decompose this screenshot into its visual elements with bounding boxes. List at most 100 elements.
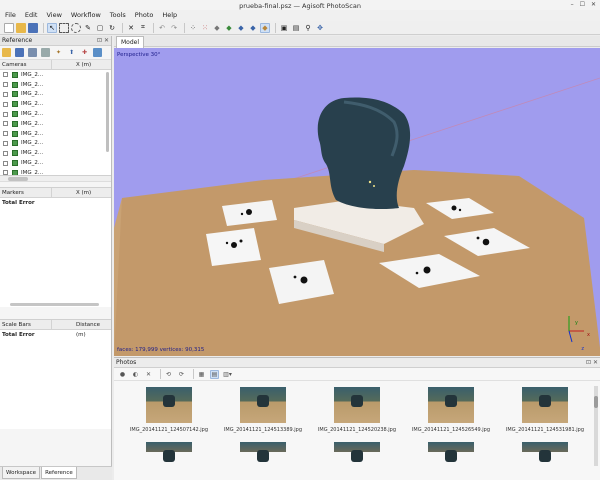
thumbnails-icon[interactable]: ▦ [197, 370, 206, 379]
move-icon[interactable]: ✥ [315, 23, 325, 33]
optimize-icon[interactable]: ✚ [80, 48, 89, 57]
navigate-icon[interactable]: ▤ [291, 23, 301, 33]
cameras-horizontal-scrollbar[interactable] [0, 176, 111, 182]
tab-workspace[interactable]: Workspace [2, 467, 41, 479]
export-icon[interactable] [15, 48, 24, 57]
camera-row[interactable]: IMG_2... [0, 90, 111, 100]
delete-icon[interactable]: ✕ [126, 23, 136, 33]
camera-checkbox[interactable] [3, 160, 8, 166]
tab-reference[interactable]: Reference [41, 467, 77, 479]
camera-row[interactable]: IMG_2... [0, 80, 111, 90]
photo-thumbnail[interactable]: IMG_20141121_124526549.jpg [404, 381, 498, 433]
camera-checkbox[interactable] [3, 82, 8, 88]
cameras-scrollbar[interactable] [106, 72, 109, 152]
wand-icon[interactable]: ✦ [54, 48, 63, 57]
rotate-region-icon[interactable]: ↻ [107, 23, 117, 33]
camera-row[interactable]: IMG_2... [0, 148, 111, 158]
open-icon[interactable] [16, 22, 26, 33]
photo-thumbnail[interactable]: IMG_20141121_124507142.jpg [122, 381, 216, 433]
resize-region-icon[interactable]: ▢ [95, 23, 105, 33]
camera-checkbox[interactable] [3, 131, 8, 137]
scalebars-total-error: Total Error [2, 332, 35, 338]
minimize-button[interactable]: – [571, 1, 574, 8]
photo-thumbnail[interactable] [216, 433, 310, 462]
rotate-right-icon[interactable]: ⟳ [177, 370, 186, 379]
camera-row[interactable]: IMG_2... [0, 119, 111, 129]
dense-cloud-icon[interactable]: ⁙ [200, 23, 210, 33]
photo-thumbnail[interactable] [498, 433, 592, 462]
settings-icon[interactable] [93, 48, 102, 57]
camera-checkbox[interactable] [3, 111, 8, 117]
free-select-icon[interactable]: ✎ [83, 23, 93, 33]
update-icon[interactable]: ⬆ [67, 48, 76, 57]
table-icon[interactable] [41, 48, 50, 57]
photo-thumbnail[interactable] [310, 433, 404, 462]
photo-thumbnail[interactable] [122, 433, 216, 462]
clear-icon[interactable] [28, 48, 37, 57]
photo-thumbnail[interactable]: IMG_20141121_124520238.jpg [310, 381, 404, 433]
textured-model-icon[interactable]: ◆ [236, 23, 246, 33]
camera-checkbox[interactable] [3, 72, 8, 78]
menu-tools[interactable]: Tools [110, 10, 126, 21]
markers-scrollbar[interactable] [10, 303, 99, 306]
save-icon[interactable] [28, 22, 38, 33]
camera-checkbox[interactable] [3, 101, 8, 107]
markers-x-column-header[interactable]: X (m) [52, 188, 111, 197]
model-viewport[interactable]: Perspective 30° faces: 179,999 vertices:… [114, 48, 600, 356]
camera-checkbox[interactable] [3, 150, 8, 156]
show-cameras-icon[interactable]: ◆ [248, 23, 258, 33]
photos-scrollbar[interactable] [594, 386, 598, 466]
reset-view-icon[interactable]: ◆ [260, 22, 270, 33]
menu-help[interactable]: Help [162, 10, 177, 21]
camera-row[interactable]: IMG_2... [0, 158, 111, 168]
view-menu-icon[interactable]: ▥▾ [223, 370, 232, 379]
menu-workflow[interactable]: Workflow [71, 10, 101, 21]
enable-icon[interactable]: ● [118, 370, 127, 379]
menu-photo[interactable]: Photo [135, 10, 154, 21]
photo-thumbnail[interactable]: IMG_20141121_124513389.jpg [216, 381, 310, 433]
solid-model-icon[interactable]: ◆ [212, 23, 222, 33]
photo-thumbnail[interactable]: IMG_20141121_124531981.jpg [498, 381, 592, 433]
point-cloud-icon[interactable]: ⁘ [188, 23, 198, 33]
camera-row[interactable]: IMG_2... [0, 109, 111, 119]
details-icon[interactable]: ▤ [210, 369, 219, 379]
markers-total-error: Total Error [2, 200, 35, 206]
close-button[interactable]: ✕ [591, 1, 596, 8]
camera-row[interactable]: IMG_2... [0, 139, 111, 149]
import-icon[interactable] [2, 48, 11, 57]
panel-float-close-icon[interactable]: ⊡ ✕ [586, 358, 598, 368]
camera-row[interactable]: IMG_2... [0, 70, 111, 80]
menu-file[interactable]: File [5, 10, 16, 21]
circle-select-icon[interactable] [71, 22, 81, 33]
rectangle-select-icon[interactable] [59, 22, 69, 33]
remove-icon[interactable]: ✕ [144, 370, 153, 379]
menu-view[interactable]: View [46, 10, 61, 21]
photo-thumbnail[interactable] [404, 433, 498, 462]
redo-icon[interactable]: ↷ [169, 23, 179, 33]
tab-model[interactable]: Model [116, 36, 145, 48]
camera-checkbox[interactable] [3, 140, 8, 146]
new-file-icon[interactable] [4, 22, 14, 33]
rotate-left-icon[interactable]: ⟲ [164, 370, 173, 379]
camera-row[interactable]: IMG_2... [0, 99, 111, 109]
panel-float-close-icon[interactable]: ⊡ ✕ [97, 36, 109, 46]
menu-edit[interactable]: Edit [25, 10, 38, 21]
cameras-column-header[interactable]: Cameras [0, 60, 52, 69]
camera-checkbox[interactable] [3, 170, 8, 175]
zoom-icon[interactable]: ⚲ [303, 23, 313, 33]
navigation-icon[interactable]: ↖ [47, 22, 57, 33]
crop-icon[interactable]: ⌗ [138, 23, 148, 33]
maximize-button[interactable]: ☐ [580, 1, 585, 8]
scalebars-column-header[interactable]: Scale Bars [0, 320, 52, 329]
distance-column-header[interactable]: Distance (m) [52, 320, 111, 338]
camera-checkbox[interactable] [3, 91, 8, 97]
disable-icon[interactable]: ◐ [131, 370, 140, 379]
show-aligned-icon[interactable]: ▣ [279, 23, 289, 33]
x-column-header[interactable]: X (m) [52, 60, 111, 69]
shaded-model-icon[interactable]: ◆ [224, 23, 234, 33]
undo-icon[interactable]: ↶ [157, 23, 167, 33]
camera-row[interactable]: IMG_2... [0, 168, 111, 175]
markers-column-header[interactable]: Markers [0, 188, 52, 197]
camera-row[interactable]: IMG_2... [0, 129, 111, 139]
camera-checkbox[interactable] [3, 121, 8, 127]
